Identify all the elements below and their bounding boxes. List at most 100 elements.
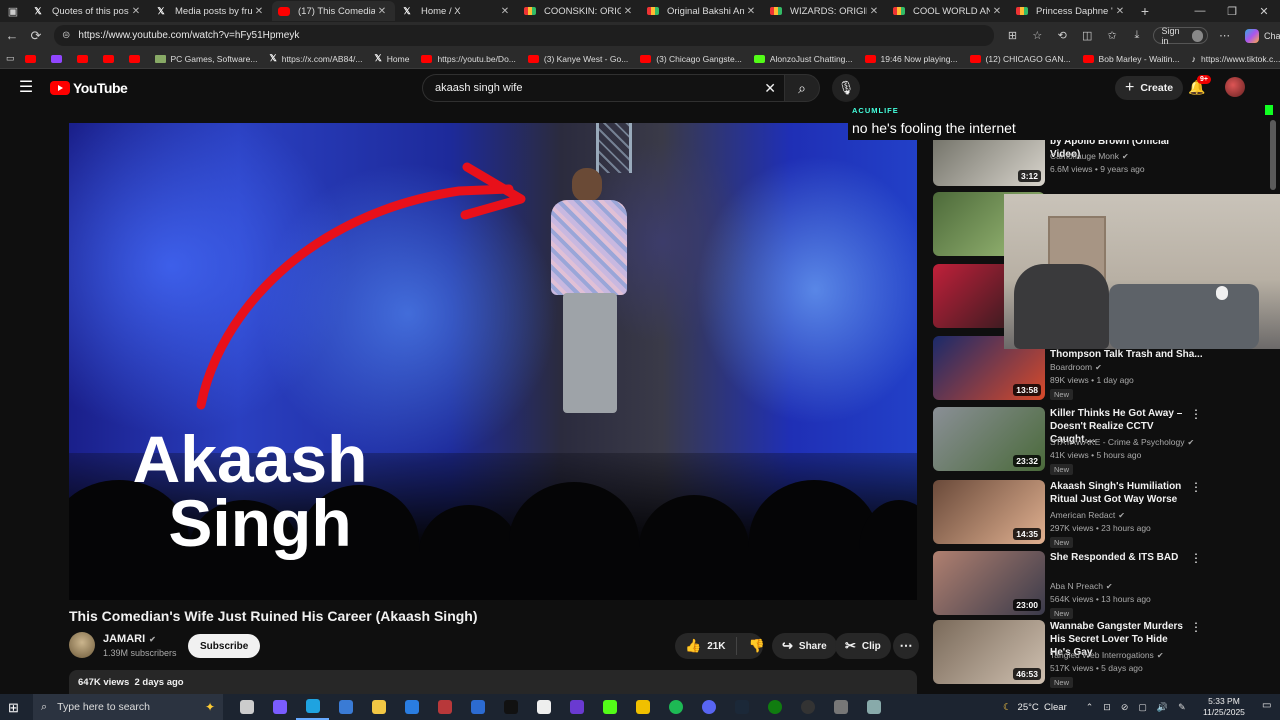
weather-text[interactable]: 25°C Clear <box>1018 702 1067 713</box>
close-tab-icon[interactable]: ✕ <box>498 6 512 17</box>
browser-tab[interactable]: Princess Daphne "Drag✕ <box>1010 1 1133 21</box>
app-meow-icon[interactable] <box>494 694 527 720</box>
browser-tab[interactable]: COOL WORLD ANIMA✕ <box>887 1 1010 21</box>
search-button[interactable]: ⌕ <box>784 74 820 102</box>
system-clock[interactable]: 5:33 PM 11/25/2025 <box>1203 696 1245 718</box>
search-input[interactable]: akaash singh wife ✕ <box>422 74 784 102</box>
bookmark-item[interactable]: 𝕏https://x.com/AB84/... <box>269 53 362 64</box>
more-options-icon[interactable]: ⋮ <box>1190 620 1202 634</box>
video-thumbnail[interactable]: 46:53 <box>933 620 1045 684</box>
notification-center-icon[interactable]: ▭ <box>1262 700 1271 711</box>
maximize-icon[interactable]: ❐ <box>1216 0 1248 22</box>
notifications-icon[interactable]: 🔔 9+ <box>1188 75 1211 96</box>
menu-icon[interactable]: ☰ <box>16 79 36 97</box>
discord-icon[interactable] <box>692 694 725 720</box>
browser-tab[interactable]: WIZARDS: ORIGINAL A✕ <box>764 1 887 21</box>
copilot-chat-button[interactable]: Chat <box>1245 28 1280 43</box>
bookmark-item[interactable]: Bob Marley - Waitin... <box>1082 54 1179 64</box>
bookmark-item[interactable]: (3) Chicago Gangste... <box>640 54 742 64</box>
more-options-icon[interactable]: ⋮ <box>1190 551 1202 565</box>
bookmark-item[interactable]: 19:46 Now playing... <box>864 54 958 64</box>
address-bar[interactable]: ⊜ https://www.youtube.com/watch?v=hFy51H… <box>54 25 994 46</box>
close-tab-icon[interactable]: ✕ <box>990 6 1004 17</box>
channel-name[interactable]: Tangled Web Interrogations ✔ <box>1050 650 1164 660</box>
app-icon[interactable]: ⊞ <box>1000 29 1025 42</box>
channel-avatar[interactable] <box>69 632 95 658</box>
app-red-icon[interactable] <box>428 694 461 720</box>
file-explorer-icon[interactable] <box>362 694 395 720</box>
recommended-video[interactable]: 46:53 Wannabe Gangster Murders His Secret… <box>933 620 1233 688</box>
close-tab-icon[interactable]: ✕ <box>252 6 266 17</box>
voice-search-icon[interactable]: 🎙 <box>832 74 860 102</box>
bookmark-item[interactable]: 𝕏 Home <box>375 53 410 64</box>
channel-name[interactable]: American Redact ✔ <box>1050 510 1125 520</box>
favorites-icon[interactable]: ✩ <box>1100 29 1125 42</box>
browser-tab[interactable]: (17) This Comedian's W✕ <box>272 1 395 21</box>
browser-tab[interactable]: 𝕏 Media posts by frutta✕ <box>149 1 272 21</box>
video-thumbnail[interactable]: 23:32 <box>933 407 1045 471</box>
tray-chevron-icon[interactable]: ⌃ <box>1086 702 1094 713</box>
close-tab-icon[interactable]: ✕ <box>744 6 758 17</box>
refresh-icon[interactable]: ⟳ <box>24 24 48 48</box>
subscribe-button[interactable]: Subscribe <box>188 634 261 658</box>
mail-icon[interactable] <box>395 694 428 720</box>
split-screen-icon[interactable]: ◫ <box>1075 29 1100 42</box>
account-avatar[interactable] <box>1225 77 1245 97</box>
channel-name[interactable]: Boardroom ✔ <box>1050 362 1102 372</box>
edge-icon[interactable] <box>296 694 329 720</box>
tab-actions-icon[interactable]: ▣ <box>0 0 26 22</box>
recommended-video[interactable]: 23:00 She Responded & ITS BAD Aba N Preach… <box>933 551 1233 619</box>
close-tab-icon[interactable]: ✕ <box>1113 6 1127 17</box>
bookmark-item[interactable]: (12) CHICAGO GAN... <box>969 54 1071 64</box>
tray-app2-icon[interactable]: ▢ <box>1138 702 1147 713</box>
tray-app-icon[interactable]: ⊡ <box>1103 702 1111 713</box>
site-info-icon[interactable]: ⊜ <box>62 30 70 41</box>
more-options-icon[interactable]: ⋮ <box>1190 480 1202 494</box>
sign-in-button[interactable]: Sign in <box>1153 26 1209 46</box>
volume-icon[interactable]: 🔊 <box>1157 702 1168 713</box>
close-tab-icon[interactable]: ✕ <box>375 6 389 17</box>
more-options-icon[interactable]: ⋮ <box>1190 407 1202 421</box>
taskbar-search[interactable]: ⌕ Type here to search ✦ <box>33 694 223 720</box>
bookmark-item[interactable]: https://youtu.be/Do... <box>421 54 516 64</box>
copilot-icon[interactable] <box>263 694 296 720</box>
browser-tab[interactable]: COONSKIN: ORIGINAL✕ <box>518 1 641 21</box>
clip-button[interactable]: ✂ Clip <box>835 633 891 659</box>
bookmark-item[interactable] <box>76 54 93 63</box>
app-purple-icon[interactable] <box>560 694 593 720</box>
close-tab-icon[interactable]: ✕ <box>621 6 635 17</box>
video-thumbnail[interactable]: 23:00 <box>933 551 1045 615</box>
recommended-video[interactable]: 23:32 Killer Thinks He Got Away – Doesn't… <box>933 407 1233 475</box>
bookmark-item[interactable]: PC Games, Software... <box>154 54 257 64</box>
bookmark-item[interactable] <box>24 54 41 63</box>
github-icon[interactable] <box>791 694 824 720</box>
bookmark-item[interactable] <box>128 54 145 63</box>
channel-name[interactable]: Aba N Preach ✔ <box>1050 581 1113 591</box>
extensions-icon[interactable]: ⟲ <box>1050 29 1075 42</box>
sidebar-scrollbar[interactable] <box>1270 120 1276 190</box>
task-view-icon[interactable] <box>230 694 263 720</box>
video-thumbnail[interactable]: 14:35 <box>933 480 1045 544</box>
kick-icon[interactable] <box>593 694 626 720</box>
downloads-icon[interactable]: ⤓ <box>1125 29 1150 42</box>
more-actions-icon[interactable]: ⋯ <box>893 633 919 659</box>
app-yellow-icon[interactable] <box>626 694 659 720</box>
bookmarks-folder-icon[interactable]: ▭ <box>6 53 15 64</box>
share-button[interactable]: ↪ Share <box>772 633 837 659</box>
minimize-icon[interactable]: — <box>1184 0 1216 22</box>
youtube-logo[interactable]: YouTube <box>50 80 128 96</box>
close-tab-icon[interactable]: ✕ <box>129 6 143 17</box>
app-white-icon[interactable] <box>527 694 560 720</box>
more-options-icon[interactable]: ⋯ <box>1212 29 1237 42</box>
video-player[interactable]: Akaash Singh <box>69 123 917 600</box>
new-tab-button[interactable]: + <box>1133 3 1157 19</box>
description-box[interactable]: 647K views 2 days ago <box>69 670 917 696</box>
xbox-icon[interactable] <box>758 694 791 720</box>
close-tab-icon[interactable]: ✕ <box>867 6 881 17</box>
like-button[interactable]: 👍 21K <box>675 637 737 655</box>
back-icon[interactable]: ← <box>0 24 24 48</box>
recommended-video[interactable]: 14:35 Akaash Singh's Humiliation Ritual J… <box>933 480 1233 548</box>
clear-search-icon[interactable]: ✕ <box>764 80 776 97</box>
spotify-icon[interactable] <box>659 694 692 720</box>
bookmark-item[interactable] <box>102 54 119 63</box>
